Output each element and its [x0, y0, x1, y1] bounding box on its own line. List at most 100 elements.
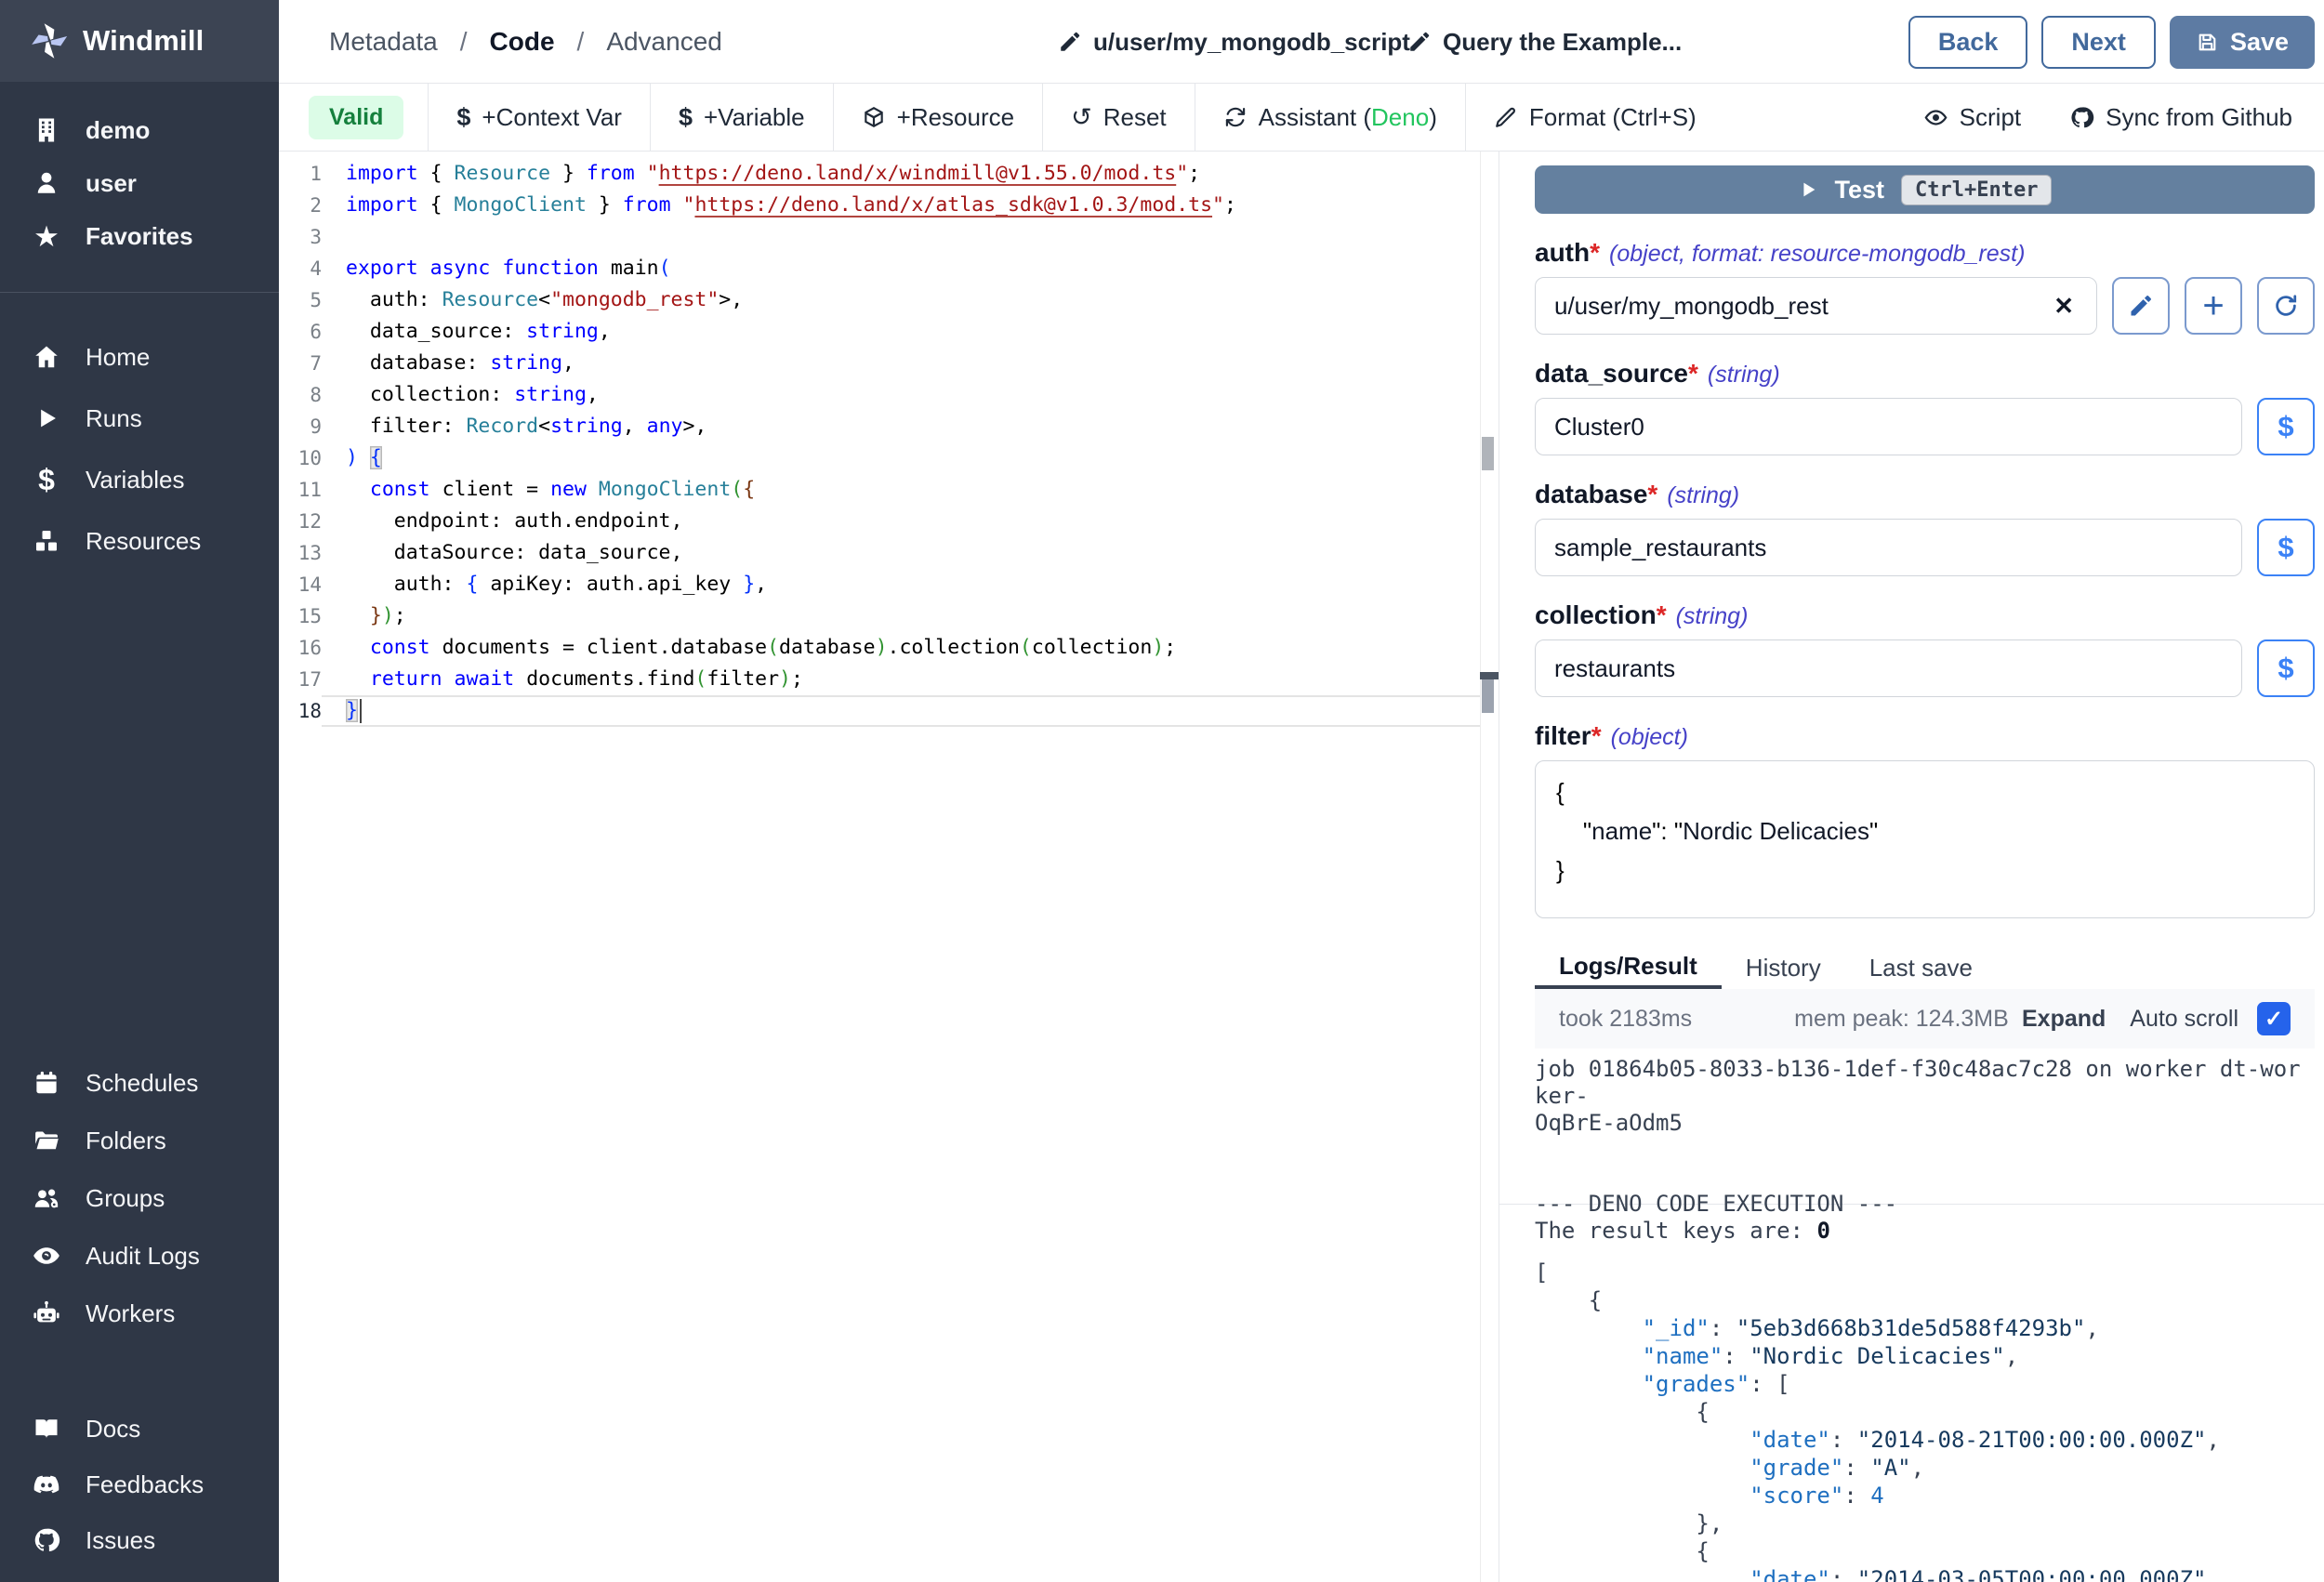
auth-resource-input[interactable]: u/user/my_mongodb_rest ✕ [1535, 277, 2097, 335]
refresh-icon [2272, 292, 2300, 320]
reset-button[interactable]: ↺ Reset [1043, 84, 1195, 151]
filter-json-line: { [1556, 772, 2293, 811]
next-button[interactable]: Next [2041, 16, 2156, 69]
autoscroll-label: Auto scroll [2130, 1006, 2238, 1033]
tab-advanced[interactable]: Advanced [606, 27, 722, 57]
script-path-edit[interactable]: u/user/my_mongodb_script [1058, 0, 1410, 84]
data-source-input[interactable]: Cluster0 [1535, 398, 2242, 455]
editor-scrollbar-thumb[interactable] [1482, 437, 1494, 470]
filter-json-editor[interactable]: { "name": "Nordic Delicacies"} [1535, 760, 2315, 918]
sidebar-item-resources[interactable]: Resources [0, 520, 279, 562]
sidebar-item-folders[interactable]: Folders [0, 1119, 279, 1162]
sidebar-item-workers[interactable]: Workers [0, 1292, 279, 1335]
code-line: 11 const client = new MongoClient({ [279, 474, 1480, 506]
sidebar-item-label: Docs [86, 1415, 140, 1444]
expand-button[interactable]: Expand [2022, 1006, 2106, 1033]
sidebar-item-label: Resources [86, 527, 201, 556]
sidebar-item-label: Favorites [86, 222, 193, 251]
code-editor[interactable]: 1import { Resource } from "https://deno.… [279, 152, 1499, 1582]
sidebar-item-label: Workers [86, 1299, 175, 1328]
log-output: job 01864b05-8033-b136-1def-f30c48ac7c28… [1535, 1048, 2315, 1204]
dollar-icon: $ [679, 103, 693, 132]
valid-badge: Valid [309, 96, 403, 139]
insert-variable-button[interactable]: $ [2257, 398, 2315, 455]
field-label-data-source: data_source* (string) [1535, 359, 2315, 389]
sync-from-github-button[interactable]: Sync from Github [2045, 84, 2324, 151]
pencil-icon [2128, 293, 2154, 319]
code-line: 13 dataSource: data_source, [279, 537, 1480, 569]
result-line: "grade": "A", [1535, 1454, 2315, 1482]
sidebar-item-demo[interactable]: demo [0, 109, 279, 152]
script-summary-edit[interactable]: Query the Example... [1407, 0, 1682, 84]
insert-variable-button[interactable]: $ [2257, 519, 2315, 576]
github-icon [32, 1526, 61, 1554]
dollar-icon: $ [32, 465, 61, 494]
add-resource-button[interactable]: +Resource [834, 84, 1043, 151]
add-context-var-button[interactable]: $ +Context Var [428, 84, 651, 151]
sidebar-item-groups[interactable]: Groups [0, 1177, 279, 1219]
refresh-resource-button[interactable] [2257, 277, 2315, 335]
play-icon [32, 405, 61, 431]
field-label-database: database* (string) [1535, 480, 2315, 509]
home-icon [32, 343, 61, 371]
result-line: [ [1535, 1259, 2315, 1286]
script-view-button[interactable]: Script [1899, 84, 2045, 151]
output-tabs: Logs/Result History Last save [1535, 946, 2315, 989]
sidebar-item-label: user [86, 169, 137, 198]
edit-resource-button[interactable] [2112, 277, 2170, 335]
result-intro: The result keys are: 0 [1535, 1218, 2315, 1244]
sidebar-item-favorites[interactable]: ★Favorites [0, 215, 279, 257]
groups-icon [32, 1183, 61, 1213]
eye-icon [32, 1241, 61, 1271]
add-variable-button[interactable]: $ +Variable [651, 84, 834, 151]
autoscroll-checkbox[interactable]: ✓ [2257, 1002, 2291, 1035]
insert-variable-button[interactable]: $ [2257, 639, 2315, 697]
save-button[interactable]: Save [2170, 16, 2315, 69]
sidebar-item-feedbacks[interactable]: Feedbacks [0, 1463, 279, 1506]
result-line: }, [1535, 1509, 2315, 1537]
result-line: "grades": [ [1535, 1370, 2315, 1398]
code-line: 1import { Resource } from "https://deno.… [279, 158, 1480, 190]
line-number: 12 [279, 506, 322, 537]
play-icon [1798, 179, 1818, 200]
test-button[interactable]: Test Ctrl+Enter [1535, 165, 2315, 214]
script-path: u/user/my_mongodb_script [1093, 28, 1410, 57]
line-number: 7 [279, 348, 322, 379]
collection-input[interactable]: restaurants [1535, 639, 2242, 697]
back-button[interactable]: Back [1908, 16, 2028, 69]
mem-peak: mem peak: 124.3MB [1794, 1006, 2009, 1033]
line-number: 18 [279, 695, 322, 727]
sidebar-item-schedules[interactable]: Schedules [0, 1061, 279, 1104]
assistant-button[interactable]: Assistant (Deno) [1195, 84, 1466, 151]
add-resource-value-button[interactable]: + [2185, 277, 2242, 335]
sidebar-item-runs[interactable]: Runs [0, 397, 279, 440]
breadcrumb: Metadata / Code / Advanced [329, 0, 722, 84]
sidebar-item-label: Issues [86, 1526, 155, 1555]
line-number: 13 [279, 537, 322, 569]
sidebar-item-user[interactable]: user [0, 162, 279, 204]
tab-last-save[interactable]: Last save [1845, 946, 1997, 989]
code-line: 12 endpoint: auth.endpoint, [279, 506, 1480, 537]
sidebar-item-audit-logs[interactable]: Audit Logs [0, 1234, 279, 1277]
pencil-icon [1058, 30, 1082, 54]
tab-history[interactable]: History [1722, 946, 1845, 989]
result-line: "date": "2014-08-21T00:00:00.000Z", [1535, 1426, 2315, 1454]
result-line: "score": 4 [1535, 1482, 2315, 1509]
format-button[interactable]: Format (Ctrl+S) [1466, 84, 1724, 151]
line-number: 11 [279, 474, 322, 506]
line-number: 8 [279, 379, 322, 411]
discord-icon [32, 1470, 61, 1499]
sidebar-item-home[interactable]: Home [0, 336, 279, 378]
sidebar-item-docs[interactable]: Docs [0, 1407, 279, 1450]
sidebar-item-issues[interactable]: Issues [0, 1519, 279, 1562]
breadcrumb-separator: / [460, 27, 468, 57]
sidebar-item-variables[interactable]: $Variables [0, 458, 279, 501]
editor-toolbar: Valid $ +Context Var $ +Variable +Resour… [279, 84, 2324, 152]
tab-metadata[interactable]: Metadata [329, 27, 438, 57]
tab-code[interactable]: Code [490, 27, 555, 57]
line-number: 3 [279, 221, 322, 253]
code-line: 5 auth: Resource<"mongodb_rest">, [279, 284, 1480, 316]
clear-icon[interactable]: ✕ [2050, 292, 2078, 321]
tab-logs-result[interactable]: Logs/Result [1535, 946, 1722, 989]
database-input[interactable]: sample_restaurants [1535, 519, 2242, 576]
